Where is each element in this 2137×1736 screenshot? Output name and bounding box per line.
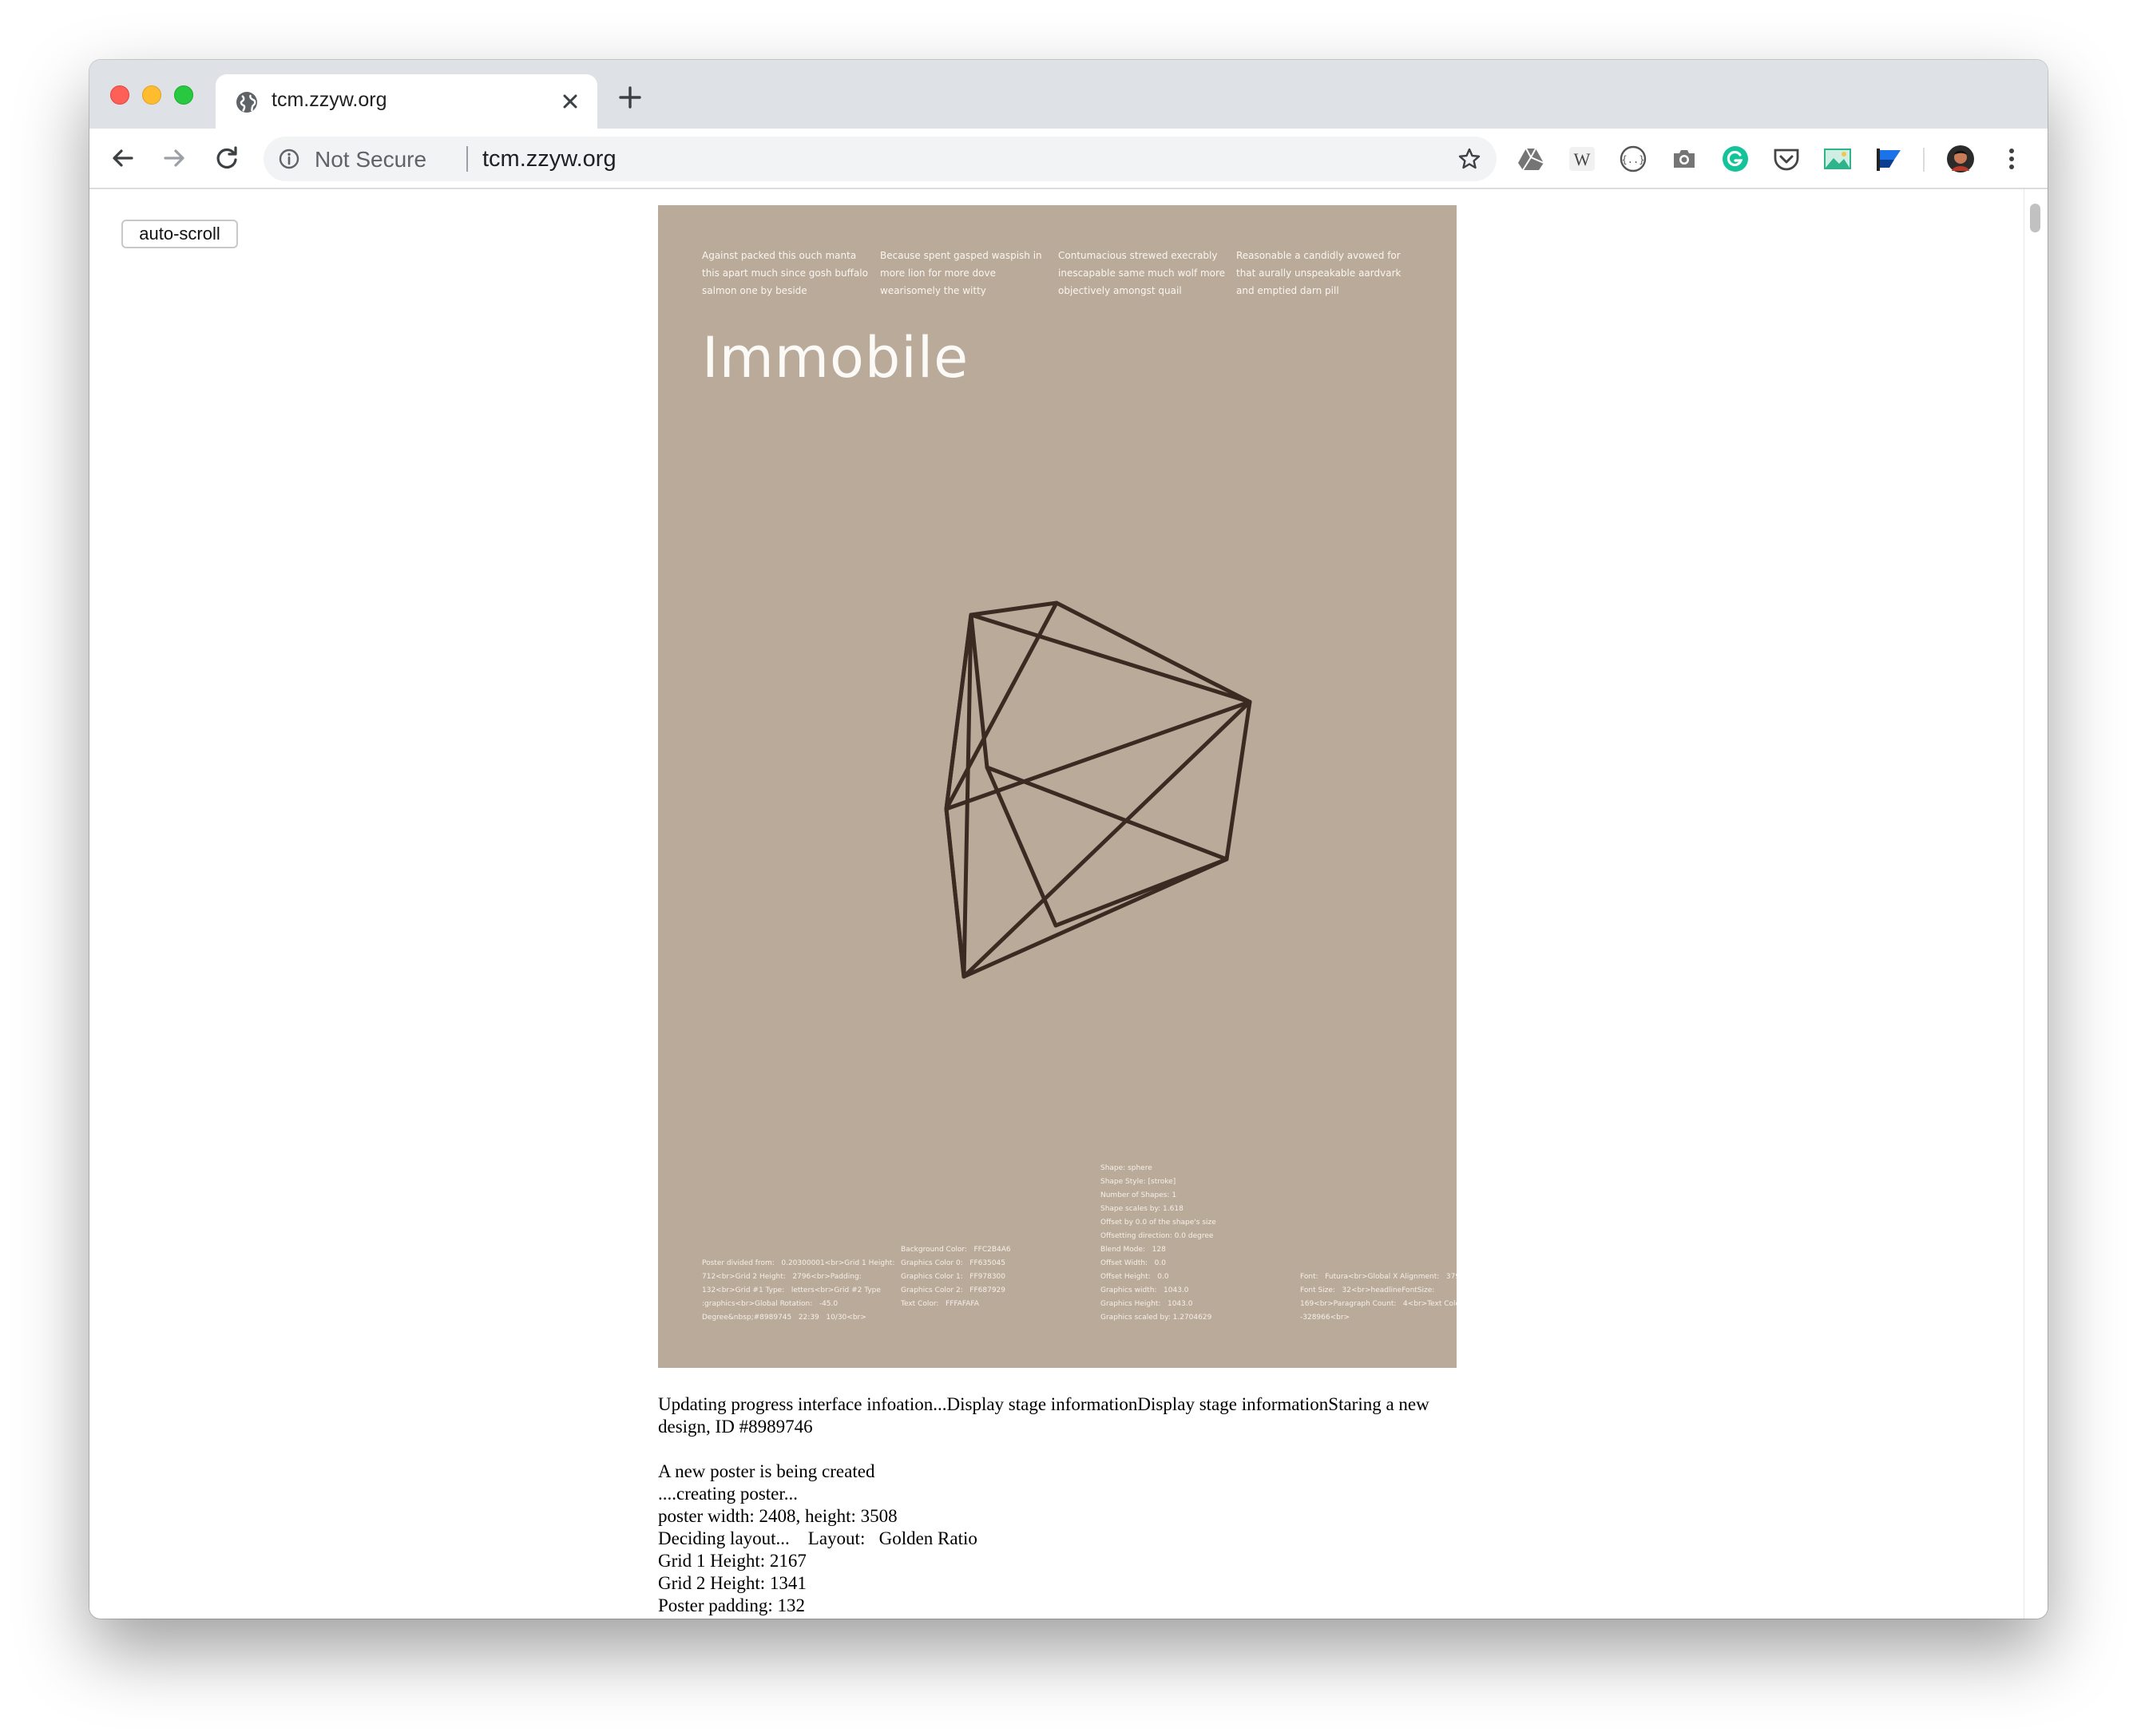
progress-log: Updating progress interface infoation...… xyxy=(658,1393,1473,1617)
log-line: Grid 1 Height: 2167 xyxy=(658,1551,807,1571)
auto-scroll-button[interactable]: auto-scroll xyxy=(121,220,238,248)
url-text[interactable]: tcm.zzyw.org xyxy=(482,146,617,172)
tab-strip: tcm.zzyw.org xyxy=(89,60,2048,129)
page-content: auto-scroll Against packed this ouch man… xyxy=(89,189,2048,1619)
log-line: Grid 2 Height: 1341 xyxy=(658,1573,807,1593)
svg-text:{..}: {..} xyxy=(1622,154,1645,165)
pocket-extension-icon[interactable] xyxy=(1771,144,1802,174)
forward-arrow-icon[interactable] xyxy=(158,142,190,174)
menu-kebab-icon[interactable] xyxy=(1996,144,2027,174)
reload-icon[interactable] xyxy=(211,142,243,174)
browser-toolbar: Not Secure tcm.zzyw.org W {..} xyxy=(89,129,2048,189)
log-line: A new poster is being created xyxy=(658,1461,875,1481)
address-bar[interactable]: Not Secure tcm.zzyw.org xyxy=(264,137,1497,181)
image-extension-icon[interactable] xyxy=(1822,144,1853,174)
info-icon[interactable] xyxy=(278,148,300,170)
globe-icon xyxy=(236,92,257,113)
log-line: poster width: 2408, height: 3508 xyxy=(658,1506,898,1526)
avatar[interactable] xyxy=(1945,144,1976,174)
log-spacer xyxy=(658,1438,1473,1461)
back-arrow-icon[interactable] xyxy=(107,142,139,174)
generated-poster: Against packed this ouch manta this apar… xyxy=(658,205,1457,1368)
vertical-scrollbar[interactable] xyxy=(2024,189,2048,1619)
minimize-window-button[interactable] xyxy=(142,85,161,105)
svg-text:W: W xyxy=(1574,149,1591,169)
log-line: Deciding layout... Layout: Golden Ratio xyxy=(658,1528,977,1548)
poster-info-font: Font: Futura<br>Global X Alignment: 379 … xyxy=(1300,1273,1457,1322)
wireframe-polyhedron xyxy=(944,600,1252,979)
grammarly-extension-icon[interactable] xyxy=(1720,144,1750,174)
close-tab-icon[interactable] xyxy=(557,89,583,114)
log-line: Poster padding: 132 xyxy=(658,1595,805,1615)
bookmark-star-icon[interactable] xyxy=(1457,146,1482,172)
drive-extension-icon[interactable] xyxy=(1516,144,1546,174)
new-tab-icon[interactable] xyxy=(617,84,644,111)
flag-extension-icon[interactable] xyxy=(1873,144,1904,174)
security-label[interactable]: Not Secure xyxy=(315,147,426,172)
wikipedia-extension-icon[interactable]: W xyxy=(1567,144,1597,174)
tab-title: tcm.zzyw.org xyxy=(272,89,387,111)
camera-extension-icon[interactable] xyxy=(1669,144,1699,174)
scrollbar-thumb[interactable] xyxy=(2030,204,2040,232)
poster-info-grid: Poster divided from: 0.20300001<br>Grid … xyxy=(702,1259,895,1322)
poster-info-shape: Shape: sphere Shape Style: [stroke] Numb… xyxy=(1100,1164,1216,1322)
log-line: Updating progress interface infoation...… xyxy=(658,1394,1429,1437)
tab-active[interactable]: tcm.zzyw.org xyxy=(216,74,597,129)
maximize-window-button[interactable] xyxy=(174,85,193,105)
poster-info-colors: Background Color: FFC2B4A6 Graphics Colo… xyxy=(901,1246,1011,1308)
log-line: ....creating poster... xyxy=(658,1484,799,1504)
json-extension-icon[interactable]: {..} xyxy=(1618,144,1648,174)
omnibox-divider xyxy=(466,146,468,172)
toolbar-divider xyxy=(1923,148,1925,172)
close-window-button[interactable] xyxy=(110,85,129,105)
browser-window: tcm.zzyw.org Not Secure tcm.zzyw.org W {… xyxy=(89,60,2048,1619)
